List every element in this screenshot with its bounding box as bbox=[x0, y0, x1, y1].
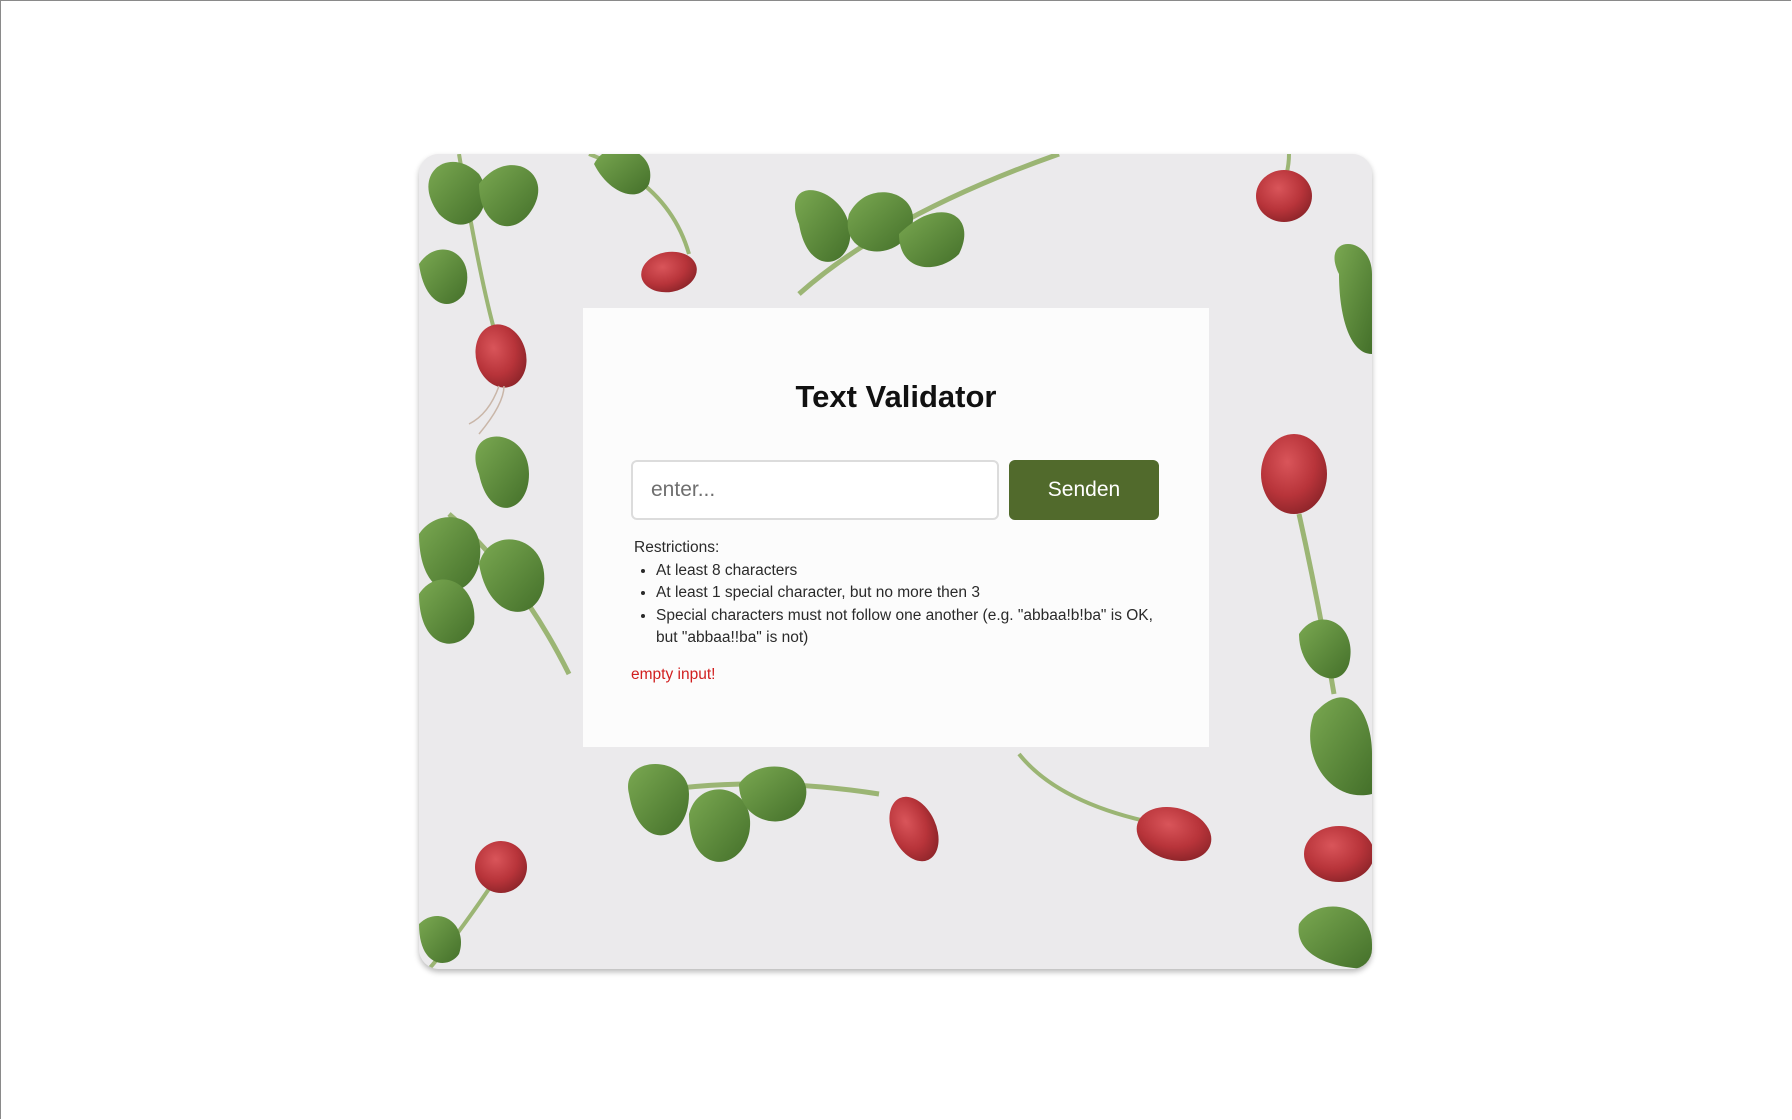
text-input[interactable] bbox=[631, 460, 999, 520]
validator-panel: Text Validator Senden Restrictions: At l… bbox=[583, 308, 1209, 747]
restrictions-block: Restrictions: At least 8 characters At l… bbox=[634, 537, 1164, 650]
restriction-item: At least 8 characters bbox=[656, 560, 1164, 583]
restriction-item: Special characters must not follow one a… bbox=[656, 605, 1164, 650]
send-button[interactable]: Senden bbox=[1009, 460, 1159, 520]
page-title: Text Validator bbox=[795, 379, 997, 414]
restrictions-heading: Restrictions: bbox=[634, 539, 720, 556]
restrictions-list: At least 8 characters At least 1 special… bbox=[634, 560, 1164, 650]
error-message: empty input! bbox=[631, 666, 716, 683]
restriction-item: At least 1 special character, but no mor… bbox=[656, 582, 1164, 605]
radish-photo-card: Text Validator Senden Restrictions: At l… bbox=[419, 154, 1372, 969]
